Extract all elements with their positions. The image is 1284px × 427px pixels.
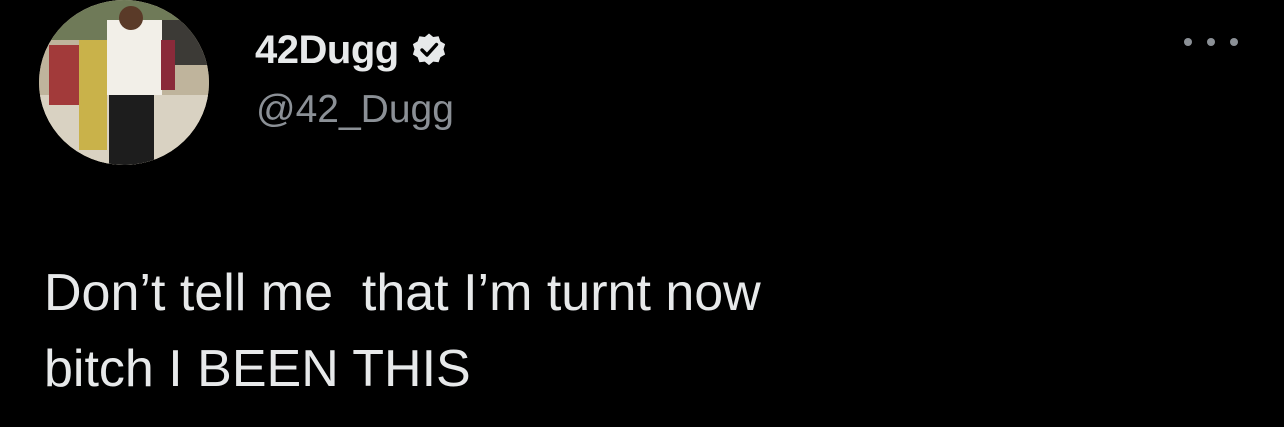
more-dot: [1207, 38, 1215, 46]
author-name-row[interactable]: 42Dugg: [255, 26, 447, 74]
author-avatar[interactable]: [39, 0, 209, 165]
author-handle[interactable]: @42_Dugg: [256, 88, 454, 132]
avatar-photo-icon: [39, 0, 209, 165]
more-options-icon[interactable]: [1184, 30, 1238, 54]
more-dot: [1230, 38, 1238, 46]
tweet-text: Don’t tell me that I’m turnt now bitch I…: [44, 264, 761, 398]
tweet-card: 42Dugg @42_Dugg Don’t tell me that I’m t…: [0, 0, 1284, 427]
verified-badge-icon: [411, 32, 447, 68]
author-display-name[interactable]: 42Dugg: [255, 28, 399, 73]
more-dot: [1184, 38, 1192, 46]
